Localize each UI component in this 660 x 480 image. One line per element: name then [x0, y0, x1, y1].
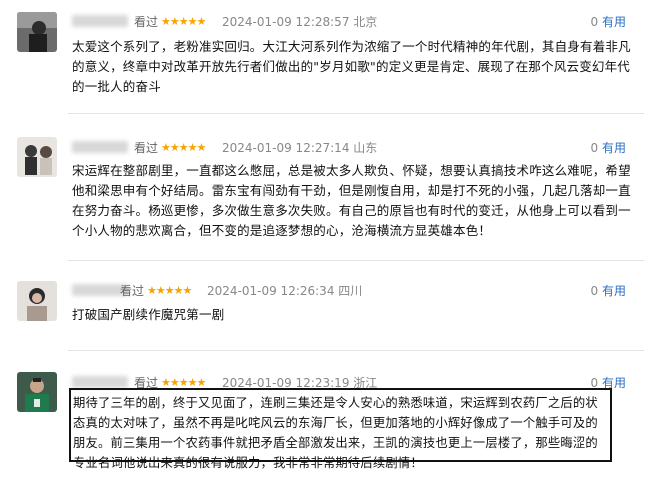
- avatar[interactable]: [17, 372, 57, 412]
- avatar[interactable]: [17, 281, 57, 321]
- review-text: 期待了三年的剧，终于又见面了，连刷三集还是令人安心的熟悉味道，宋运辉到农药厂之后…: [73, 396, 598, 470]
- avatar[interactable]: [17, 12, 57, 52]
- rating-stars: ★★★★★: [161, 15, 206, 28]
- review-text: 打破国产剧续作魔咒第一剧: [72, 307, 225, 322]
- review-time: 2024-01-09 12:28:57 北京: [222, 15, 378, 29]
- useful-label: 有用: [601, 284, 626, 298]
- watch-status: 看过: [120, 284, 145, 298]
- useful-count: 0: [590, 15, 599, 29]
- useful-button[interactable]: 0 有用: [591, 139, 626, 157]
- useful-count: 0: [590, 141, 599, 155]
- review-text: 宋运辉在整部剧里，一直都这么憋屈，总是被太多人欺负、怀疑，想要认真搞技术咋这么难…: [72, 163, 631, 238]
- username-blurred[interactable]: [72, 141, 128, 153]
- username-blurred[interactable]: [72, 15, 128, 27]
- useful-button[interactable]: 0 有用: [591, 13, 626, 31]
- watch-status: 看过: [134, 15, 159, 29]
- divider: [68, 260, 644, 261]
- useful-count: 0: [590, 284, 599, 298]
- rating-stars: ★★★★★: [147, 284, 192, 297]
- divider: [68, 113, 644, 114]
- username-blurred[interactable]: [72, 376, 128, 388]
- review-time: 2024-01-09 12:26:34 四川: [207, 284, 363, 298]
- review-text: 太爱这个系列了，老粉准实回归。大江大河系列作为浓缩了一个时代精神的年代剧，其自身…: [72, 39, 631, 94]
- rating-stars: ★★★★★: [161, 141, 206, 154]
- watch-status: 看过: [134, 141, 159, 155]
- divider: [68, 350, 644, 351]
- useful-label: 有用: [601, 15, 626, 29]
- review-time: 2024-01-09 12:27:14 山东: [222, 141, 378, 155]
- useful-button[interactable]: 0 有用: [591, 282, 626, 300]
- useful-label: 有用: [601, 141, 626, 155]
- avatar[interactable]: [17, 137, 57, 177]
